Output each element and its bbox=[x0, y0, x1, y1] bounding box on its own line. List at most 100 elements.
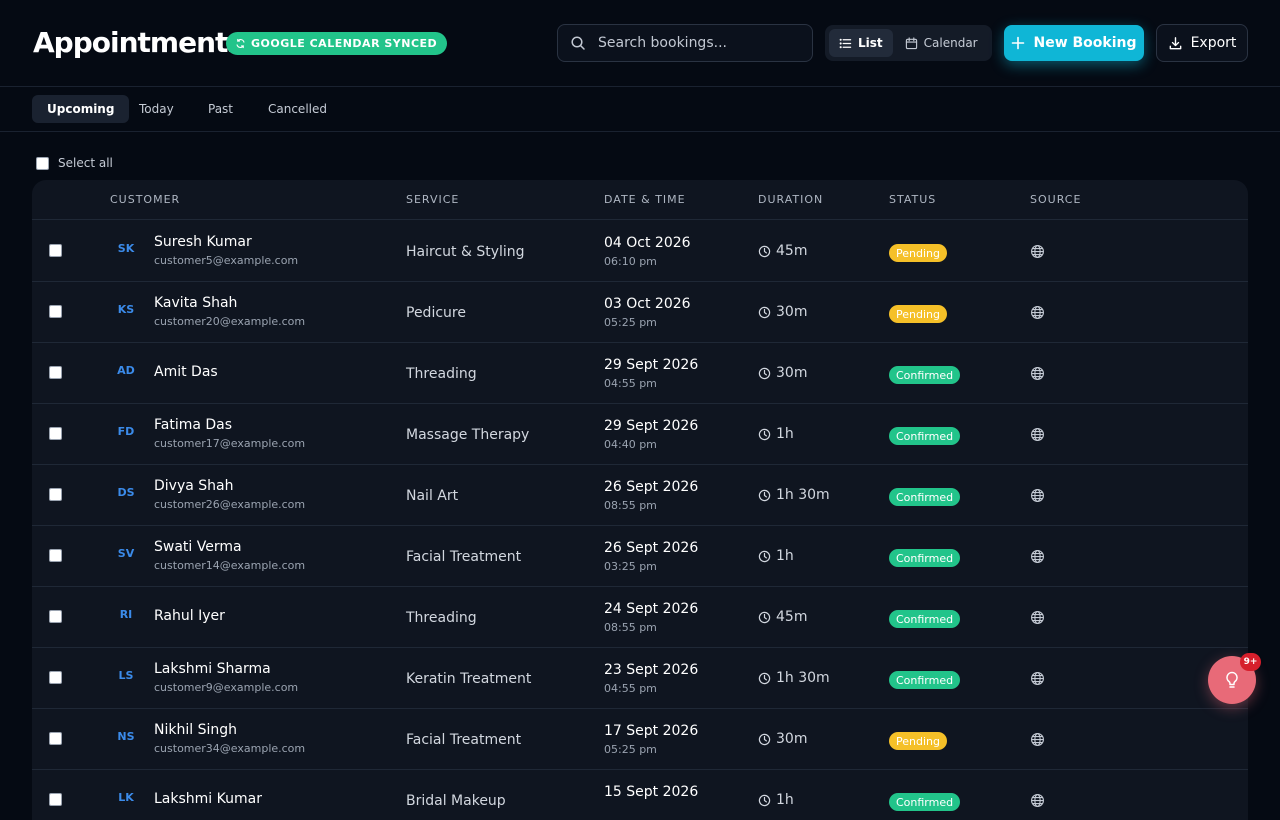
status-badge: Pending bbox=[889, 244, 947, 262]
table-header: CUSTOMER SERVICE DATE & TIME DURATION ST… bbox=[32, 180, 1248, 220]
view-calendar-label: Calendar bbox=[923, 36, 978, 50]
table-row[interactable]: FD Fatima Das customer17@example.com Massag… bbox=[32, 404, 1248, 465]
row-checkbox[interactable] bbox=[49, 305, 62, 318]
clock-icon bbox=[758, 550, 771, 562]
row-checkbox[interactable] bbox=[49, 427, 62, 440]
table-row[interactable]: LS Lakshmi Sharma customer9@example.com Ker… bbox=[32, 648, 1248, 709]
tab-today[interactable]: Today bbox=[124, 95, 189, 123]
select-all-label: Select all bbox=[58, 156, 113, 170]
row-checkbox[interactable] bbox=[49, 732, 62, 745]
status-badge: Confirmed bbox=[889, 610, 961, 628]
service-name: Threading bbox=[406, 610, 477, 626]
customer-name: Rahul Iyer bbox=[154, 608, 225, 624]
appointment-time: 08:55 pm bbox=[604, 499, 657, 512]
customer-email: customer14@example.com bbox=[154, 559, 306, 572]
status-badge: Confirmed bbox=[889, 488, 961, 506]
avatar: SK bbox=[117, 242, 135, 255]
customer-email: customer5@example.com bbox=[154, 254, 299, 267]
duration: 30m bbox=[758, 304, 807, 320]
duration-value: 1h bbox=[776, 548, 794, 564]
clock-icon bbox=[758, 367, 771, 379]
row-checkbox[interactable] bbox=[49, 366, 62, 379]
status-badge: Pending bbox=[889, 732, 947, 750]
service-name: Pedicure bbox=[406, 305, 466, 321]
service-name: Facial Treatment bbox=[406, 549, 522, 565]
status-badge: Confirmed bbox=[889, 671, 961, 689]
duration-value: 45m bbox=[776, 609, 808, 625]
clock-icon bbox=[758, 306, 771, 318]
search-icon bbox=[571, 36, 585, 50]
appointment-date: 17 Sept 2026 bbox=[604, 723, 699, 739]
table-row[interactable]: AD Amit Das Threading 29 Sept 2026 04:55 pm 3… bbox=[32, 343, 1248, 404]
status-badge: Confirmed bbox=[889, 366, 961, 384]
table-row[interactable]: LK Lakshmi Kumar Bridal Makeup 15 Sept 2026… bbox=[32, 770, 1248, 820]
table-row[interactable]: KS Kavita Shah customer20@example.com Pedic… bbox=[32, 282, 1248, 343]
appointment-date: 26 Sept 2026 bbox=[604, 479, 699, 495]
row-checkbox[interactable] bbox=[49, 549, 62, 562]
tab-bar: Upcoming Today Past Cancelled bbox=[0, 87, 1280, 132]
duration: 45m bbox=[758, 243, 807, 259]
column-date-time: DATE & TIME bbox=[604, 193, 686, 206]
column-service: SERVICE bbox=[406, 193, 460, 206]
column-customer: CUSTOMER bbox=[110, 193, 181, 206]
duration-value: 30m bbox=[776, 731, 808, 747]
customer-email: customer20@example.com bbox=[154, 315, 306, 328]
globe-icon bbox=[1031, 489, 1044, 502]
customer-email: customer34@example.com bbox=[154, 742, 306, 755]
appointment-date: 15 Sept 2026 bbox=[604, 784, 699, 800]
service-name: Facial Treatment bbox=[406, 732, 522, 748]
calendar-icon bbox=[905, 36, 917, 49]
duration-value: 1h 30m bbox=[776, 487, 830, 503]
search-box[interactable] bbox=[557, 24, 813, 62]
view-calendar-button[interactable]: Calendar bbox=[895, 29, 988, 57]
appointment-time: 04:40 pm bbox=[604, 438, 657, 451]
row-checkbox[interactable] bbox=[49, 488, 62, 501]
export-button[interactable]: Export bbox=[1156, 24, 1248, 62]
appointment-date: 03 Oct 2026 bbox=[604, 296, 691, 312]
table-row[interactable]: NS Nikhil Singh customer34@example.com Faci… bbox=[32, 709, 1248, 770]
select-all-checkbox[interactable] bbox=[36, 156, 49, 170]
table-row[interactable]: DS Divya Shah customer26@example.com Nail A… bbox=[32, 465, 1248, 526]
search-input[interactable] bbox=[598, 35, 798, 51]
tab-cancelled[interactable]: Cancelled bbox=[253, 95, 342, 123]
customer-name: Divya Shah bbox=[154, 478, 234, 494]
table-row[interactable]: RI Rahul Iyer Threading 24 Sept 2026 08:55 p… bbox=[32, 587, 1248, 648]
tab-upcoming[interactable]: Upcoming bbox=[32, 95, 130, 123]
column-status: STATUS bbox=[889, 193, 937, 206]
globe-icon bbox=[1031, 794, 1044, 807]
appointment-date: 23 Sept 2026 bbox=[604, 662, 699, 678]
tab-past[interactable]: Past bbox=[193, 95, 248, 123]
duration-value: 1h bbox=[776, 792, 794, 808]
row-checkbox[interactable] bbox=[49, 671, 62, 684]
table-row[interactable]: SK Suresh Kumar customer5@example.com Hairc… bbox=[32, 221, 1248, 282]
globe-icon bbox=[1031, 733, 1044, 746]
duration: 1h bbox=[758, 548, 794, 564]
new-booking-button[interactable]: New Booking bbox=[1004, 25, 1144, 61]
table-row[interactable]: SV Swati Verma customer14@example.com Facia… bbox=[32, 526, 1248, 587]
customer-name: Suresh Kumar bbox=[154, 234, 252, 250]
appointment-time: 05:25 pm bbox=[604, 316, 657, 329]
page-title: Appointments bbox=[33, 26, 244, 59]
service-name: Bridal Makeup bbox=[406, 793, 506, 809]
appointment-time: 06:10 pm bbox=[604, 255, 657, 268]
avatar: SV bbox=[117, 547, 135, 560]
column-duration: DURATION bbox=[758, 193, 824, 206]
clock-icon bbox=[758, 733, 771, 745]
export-label: Export bbox=[1190, 35, 1237, 51]
clock-icon bbox=[758, 245, 771, 257]
row-checkbox[interactable] bbox=[49, 244, 62, 257]
view-list-button[interactable]: List bbox=[829, 29, 893, 57]
customer-name: Fatima Das bbox=[154, 417, 233, 433]
row-checkbox[interactable] bbox=[49, 610, 62, 623]
view-toggle: List Calendar bbox=[825, 25, 992, 61]
status-badge: Pending bbox=[889, 305, 947, 323]
status-badge: Confirmed bbox=[889, 793, 961, 811]
appointment-date: 29 Sept 2026 bbox=[604, 418, 699, 434]
appointment-time: 08:55 pm bbox=[604, 621, 657, 634]
sync-icon bbox=[236, 38, 245, 49]
globe-icon bbox=[1031, 306, 1044, 319]
appointments-table: CUSTOMER SERVICE DATE & TIME DURATION ST… bbox=[32, 180, 1248, 820]
select-all[interactable]: Select all bbox=[36, 156, 113, 170]
plus-icon bbox=[1012, 36, 1025, 50]
clock-icon bbox=[758, 428, 771, 440]
